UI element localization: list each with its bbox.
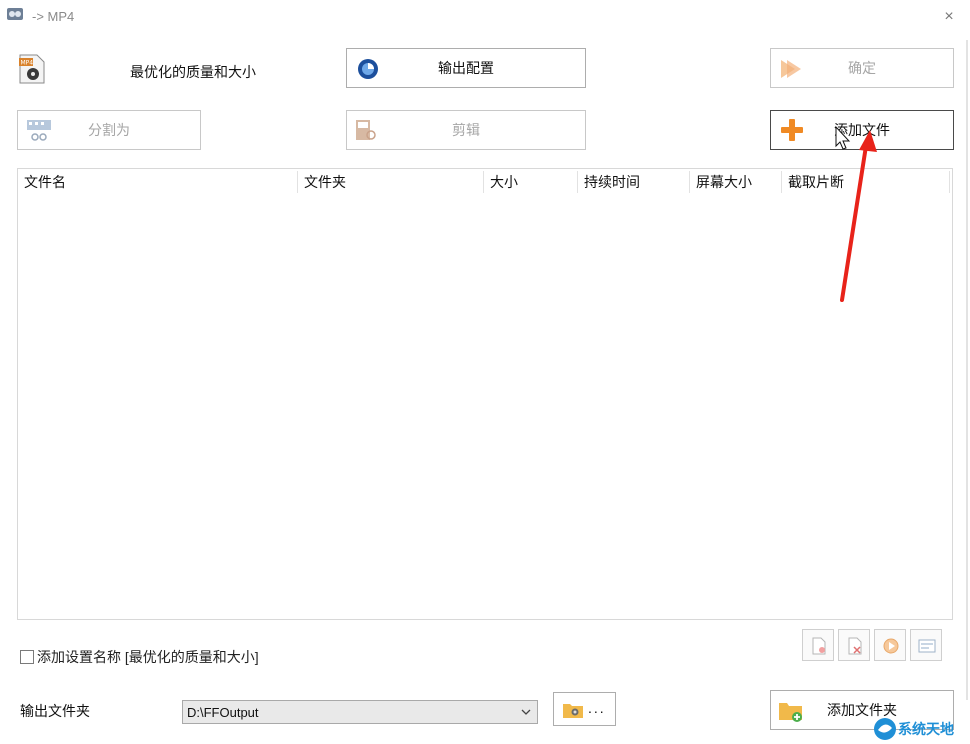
column-folder[interactable]: 文件夹 <box>298 171 484 193</box>
add-setting-name-option[interactable]: 添加设置名称 [最优化的质量和大小] <box>20 648 259 666</box>
remove-file-button[interactable] <box>802 629 834 661</box>
browse-dots: ... <box>588 700 606 716</box>
file-list[interactable]: 文件名 文件夹 大小 持续时间 屏幕大小 截取片断 <box>17 168 953 620</box>
column-duration[interactable]: 持续时间 <box>578 171 690 193</box>
media-info-button[interactable] <box>910 629 942 661</box>
split-button[interactable]: 分割为 <box>17 110 201 150</box>
browse-folder-button[interactable]: ... <box>553 692 616 726</box>
output-config-button[interactable]: 输出配置 <box>346 48 586 88</box>
app-film-icon <box>7 8 23 20</box>
add-file-button[interactable]: 添加文件 <box>770 110 954 150</box>
cut-label: 剪辑 <box>452 122 480 138</box>
close-button[interactable]: × <box>938 6 960 28</box>
output-folder-select[interactable]: D:\FFOutput <box>182 700 538 724</box>
mp4-file-icon: MP4 <box>19 54 45 84</box>
chevron-down-icon <box>521 709 531 715</box>
cut-button[interactable]: 剪辑 <box>346 110 586 150</box>
media-info-icon <box>918 639 936 653</box>
add-setting-name-checkbox[interactable] <box>20 650 34 664</box>
play-icon <box>883 638 899 654</box>
watermark-logo-icon <box>874 718 896 740</box>
column-filename[interactable]: 文件名 <box>18 171 298 193</box>
title-bar: -> MP4 × <box>0 0 970 34</box>
folder-camera-icon <box>563 704 583 718</box>
column-screen-size[interactable]: 屏幕大小 <box>690 171 782 193</box>
watermark-text: 系统天地 <box>898 721 954 737</box>
add-file-label: 添加文件 <box>834 122 890 138</box>
clear-list-icon <box>848 637 862 655</box>
window-title: -> MP4 <box>32 9 75 24</box>
svg-text:MP4: MP4 <box>21 60 34 67</box>
output-folder-label: 输出文件夹 <box>20 703 90 719</box>
remove-file-icon <box>812 637 826 655</box>
window-edge <box>966 40 968 700</box>
output-config-label: 输出配置 <box>438 60 494 76</box>
split-label: 分割为 <box>88 122 130 138</box>
play-button[interactable] <box>874 629 906 661</box>
column-size[interactable]: 大小 <box>484 171 578 193</box>
watermark: 系统天地 <box>868 716 968 742</box>
file-list-header: 文件名 文件夹 大小 持续时间 屏幕大小 截取片断 <box>18 171 950 193</box>
ok-label: 确定 <box>848 60 876 76</box>
ok-button[interactable]: 确定 <box>770 48 954 88</box>
column-clip-segment[interactable]: 截取片断 <box>782 171 950 193</box>
clear-list-button[interactable] <box>838 629 870 661</box>
profile-label: 最优化的质量和大小 <box>130 64 256 80</box>
output-folder-value: D:\FFOutput <box>187 705 259 720</box>
add-setting-name-label: 添加设置名称 [最优化的质量和大小] <box>37 649 259 665</box>
